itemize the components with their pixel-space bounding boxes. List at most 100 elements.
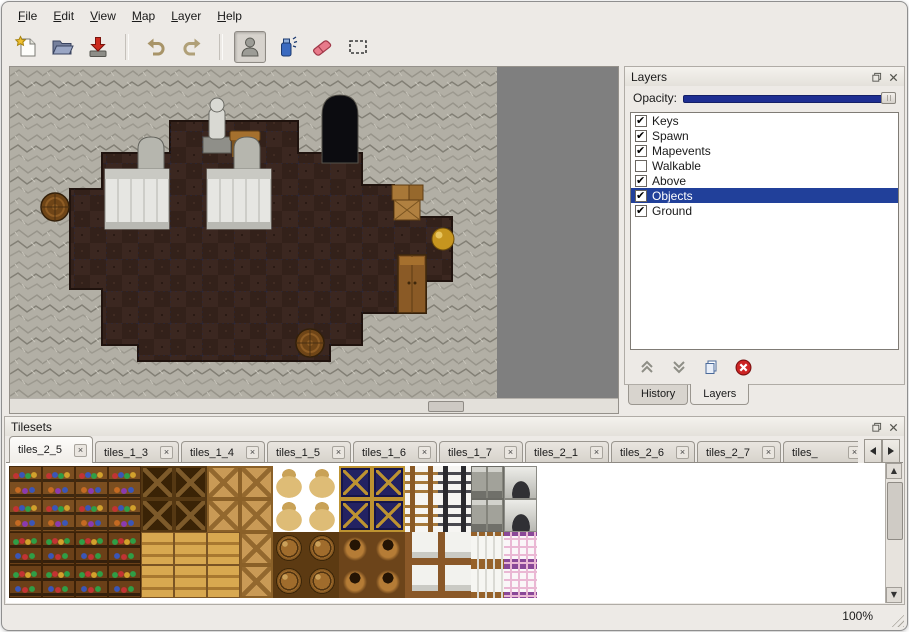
tileset-tab-tiles_1_6[interactable]: tiles_1_6× (353, 441, 437, 463)
close-panel-button[interactable] (886, 70, 900, 84)
fill-tool-button[interactable] (270, 31, 302, 63)
palette-tile-cd[interactable] (174, 499, 207, 532)
redo-button[interactable] (176, 31, 208, 63)
layer-row-mapevents[interactable]: Mapevents (631, 143, 898, 158)
map-canvas[interactable] (10, 67, 618, 399)
palette-tile-lb[interactable] (438, 466, 471, 499)
tileset-tab-tiles_2_1[interactable]: tiles_2_1× (525, 441, 609, 463)
menu-edit[interactable]: Edit (45, 7, 82, 25)
scroll-tabs-left-button[interactable] (864, 439, 882, 463)
palette-tile-s1[interactable] (9, 499, 42, 532)
close-tab-icon[interactable]: × (332, 446, 345, 459)
palette-tile-s1[interactable] (42, 499, 75, 532)
tab-history[interactable]: History (628, 385, 688, 405)
palette-tile-wh[interactable] (504, 466, 537, 499)
palette-tile-tb[interactable] (174, 532, 207, 565)
palette-tile-sk[interactable] (306, 466, 339, 499)
tileset-tab-tiles_2_5[interactable]: tiles_2_5× (9, 436, 93, 463)
menu-layer[interactable]: Layer (163, 7, 209, 25)
palette-tile-bd[interactable] (438, 565, 471, 598)
palette-tile-nv[interactable] (339, 466, 372, 499)
palette-tile-s1[interactable] (75, 466, 108, 499)
menu-file[interactable]: File (10, 7, 45, 25)
palette-tile-lb[interactable] (438, 499, 471, 532)
layer-row-above[interactable]: Above (631, 173, 898, 188)
palette-tile-wg[interactable] (471, 499, 504, 532)
layer-row-objects[interactable]: Objects (631, 188, 898, 203)
palette-tile-cl[interactable] (240, 499, 273, 532)
palette-tile-s2[interactable] (75, 565, 108, 598)
tileset-tab-tiles_1_3[interactable]: tiles_1_3× (95, 441, 179, 463)
opacity-slider-track[interactable] (683, 95, 896, 103)
eraser-tool-button[interactable] (306, 31, 338, 63)
close-panel-button[interactable] (886, 420, 900, 434)
close-tab-icon[interactable]: × (762, 446, 775, 459)
palette-tile-nv[interactable] (372, 499, 405, 532)
palette-tile-pt[interactable] (372, 532, 405, 565)
palette-tile-bd[interactable] (405, 532, 438, 565)
palette-tile-s1[interactable] (75, 499, 108, 532)
palette-tile-s2[interactable] (75, 532, 108, 565)
palette-tile-sk[interactable] (273, 499, 306, 532)
close-tab-icon[interactable]: × (676, 446, 689, 459)
layer-visibility-checkbox[interactable] (635, 130, 647, 142)
palette-tile-s1[interactable] (108, 466, 141, 499)
palette-tile-wg[interactable] (471, 466, 504, 499)
tileset-tab-tiles_1_4[interactable]: tiles_1_4× (181, 441, 265, 463)
tile-palette[interactable] (9, 466, 537, 598)
palette-tile-s2[interactable] (42, 532, 75, 565)
palette-tile-cd[interactable] (141, 499, 174, 532)
palette-tile-nv[interactable] (372, 466, 405, 499)
palette-tile-bw[interactable] (471, 565, 504, 598)
menu-map[interactable]: Map (124, 7, 163, 25)
move-layer-up-button[interactable] (639, 359, 655, 375)
palette-tile-s2[interactable] (42, 565, 75, 598)
delete-layer-button[interactable] (735, 359, 752, 376)
tileset-tab-tiles_2_6[interactable]: tiles_2_6× (611, 441, 695, 463)
palette-tile-tb[interactable] (207, 565, 240, 598)
close-tab-icon[interactable]: × (160, 446, 173, 459)
tileset-tab-tiles_1_5[interactable]: tiles_1_5× (267, 441, 351, 463)
float-panel-button[interactable] (869, 70, 883, 84)
menu-view[interactable]: View (82, 7, 124, 25)
palette-tile-cl[interactable] (240, 565, 273, 598)
palette-tile-cl[interactable] (207, 499, 240, 532)
float-panel-button[interactable] (869, 420, 883, 434)
move-layer-down-button[interactable] (671, 359, 687, 375)
palette-tile-cl[interactable] (240, 466, 273, 499)
palette-tile-s1[interactable] (108, 499, 141, 532)
palette-tile-s2[interactable] (9, 565, 42, 598)
palette-tile-tb[interactable] (174, 565, 207, 598)
save-map-button[interactable] (82, 31, 114, 63)
palette-tile-tb[interactable] (207, 532, 240, 565)
palette-tile-cd[interactable] (174, 466, 207, 499)
tab-layers[interactable]: Layers (690, 384, 749, 405)
palette-tile-nv[interactable] (339, 499, 372, 532)
opacity-slider[interactable] (683, 91, 896, 105)
layer-visibility-checkbox[interactable] (635, 160, 647, 172)
menu-help[interactable]: Help (209, 7, 250, 25)
palette-tile-bw[interactable] (471, 532, 504, 565)
palette-tile-s1[interactable] (9, 466, 42, 499)
palette-tile-cd[interactable] (141, 466, 174, 499)
palette-tile-bp[interactable] (504, 532, 537, 565)
tileset-tab-tiles_2_7[interactable]: tiles_2_7× (697, 441, 781, 463)
palette-tile-s2[interactable] (108, 565, 141, 598)
layer-visibility-checkbox[interactable] (635, 190, 647, 202)
select-tool-button[interactable] (342, 31, 374, 63)
close-tab-icon[interactable]: × (74, 444, 87, 457)
close-tab-icon[interactable]: × (418, 446, 431, 459)
palette-tile-br[interactable] (273, 532, 306, 565)
layer-row-keys[interactable]: Keys (631, 113, 898, 128)
palette-tile-s1[interactable] (42, 466, 75, 499)
palette-tile-cl[interactable] (240, 532, 273, 565)
opacity-slider-handle[interactable] (881, 92, 896, 104)
scroll-up-button[interactable]: ▲ (886, 463, 902, 479)
palette-tile-sk[interactable] (306, 499, 339, 532)
palette-tile-sk[interactable] (273, 466, 306, 499)
map-hscroll-thumb[interactable] (428, 401, 464, 412)
palette-tile-bd[interactable] (438, 532, 471, 565)
palette-tile-s2[interactable] (108, 532, 141, 565)
layer-row-ground[interactable]: Ground (631, 203, 898, 218)
layer-visibility-checkbox[interactable] (635, 175, 647, 187)
